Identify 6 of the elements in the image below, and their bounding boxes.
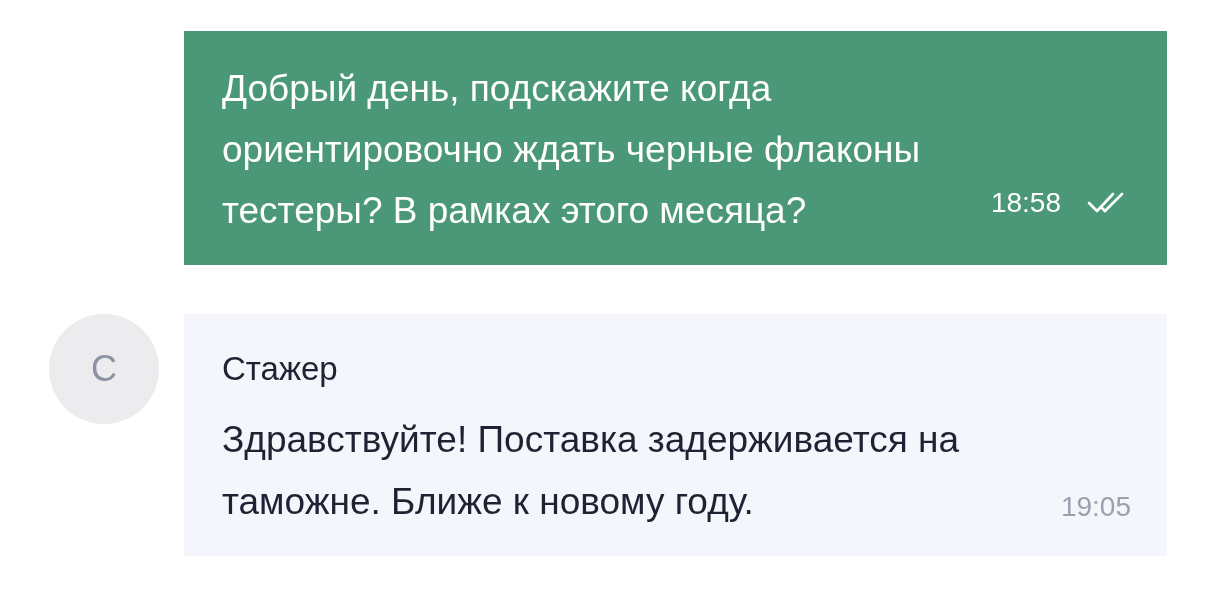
- message-time: 19:05: [1060, 490, 1131, 524]
- message-time: 18:58: [990, 186, 1061, 220]
- sender-name: Стажер: [222, 349, 339, 389]
- message-text: Добрый день, подскажите когда ориентировочно ждать черные флаконы тестеры? В рамках этого месяца?: [222, 67, 922, 233]
- avatar: С: [49, 314, 159, 424]
- message-text: Здравствуйте! Поставка задерживается на таможне. Ближе к новому году.: [222, 418, 960, 524]
